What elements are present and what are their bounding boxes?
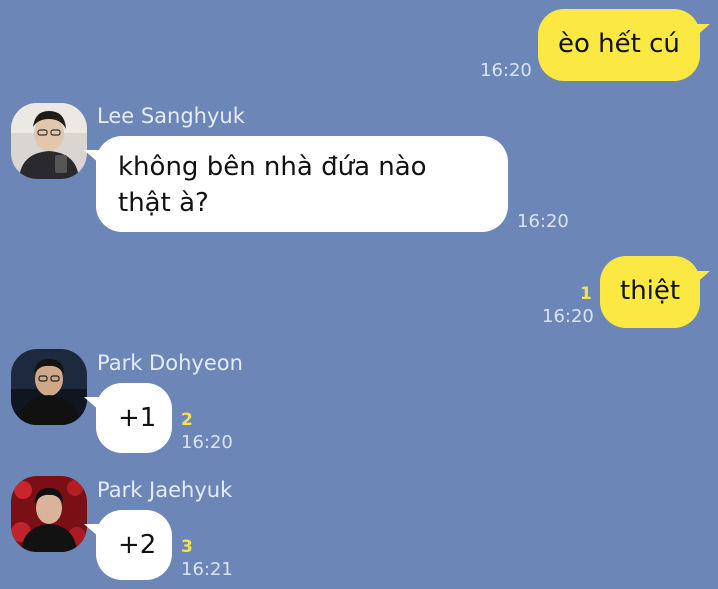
incoming-message-bubble[interactable]: +2 [96,510,172,580]
message-text-line: thật à? [118,188,209,218]
bubble-tail [84,397,100,411]
bubble-tail [694,271,710,285]
profile-photo-icon [11,349,87,425]
outgoing-message-bubble[interactable]: thiệt [600,256,700,328]
sender-name: Park Jaehyuk [97,478,233,502]
avatar[interactable] [11,103,87,179]
message-time: 16:20 [542,306,594,327]
unread-count: 2 [181,410,193,430]
bubble-tail [694,24,710,38]
profile-photo-icon [11,103,87,179]
unread-count: 1 [580,284,592,304]
avatar[interactable] [11,349,87,425]
message-time: 16:20 [181,432,233,453]
bubble-tail [84,150,100,164]
message-text: thiệt [620,276,681,306]
message-text: èo hết cú [558,29,680,59]
message-text: +2 [118,530,157,560]
profile-photo-icon [11,476,87,552]
message-time: 16:21 [181,559,233,580]
message-time: 16:20 [517,211,569,232]
incoming-message-bubble[interactable]: không bên nhà đứa nào thật à? [96,136,508,232]
message-time: 16:20 [480,60,532,81]
chat-room[interactable]: èo hết cú 16:20 Lee Sanghyuk không bên n… [0,0,718,589]
unread-count: 3 [181,537,193,557]
outgoing-message-bubble[interactable]: èo hết cú [538,9,700,81]
avatar[interactable] [11,476,87,552]
bubble-tail [84,524,100,538]
sender-name: Lee Sanghyuk [97,104,245,128]
message-text-line: không bên nhà đứa nào [118,152,427,182]
message-text: +1 [118,403,157,433]
incoming-message-bubble[interactable]: +1 [96,383,172,453]
sender-name: Park Dohyeon [97,351,243,375]
